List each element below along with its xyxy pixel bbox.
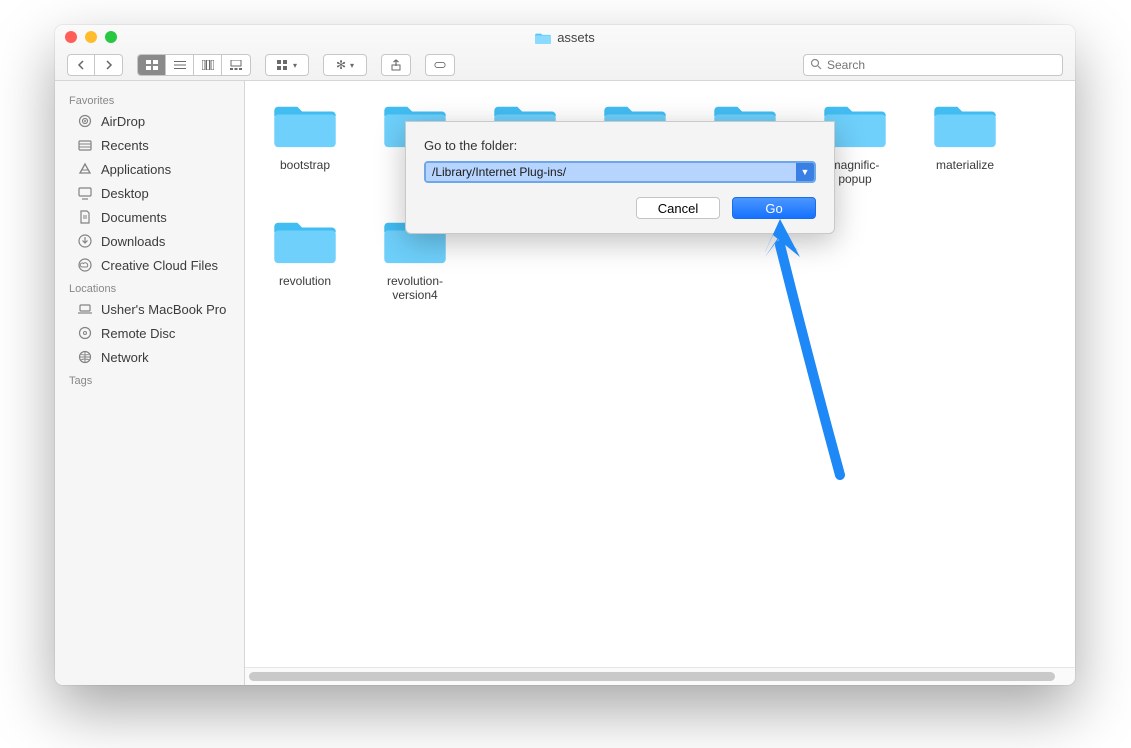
sidebar-item[interactable]: Documents	[55, 205, 244, 229]
scrollbar-thumb[interactable]	[249, 672, 1055, 681]
close-window-button[interactable]	[65, 31, 77, 43]
sidebar-section-title: Favorites	[55, 89, 244, 109]
minimize-window-button[interactable]	[85, 31, 97, 43]
sidebar-item[interactable]: Network	[55, 345, 244, 369]
go-button[interactable]: Go	[732, 197, 816, 219]
downloads-icon	[77, 233, 93, 249]
titlebar-top: assets	[55, 25, 1075, 51]
folder-icon	[274, 101, 336, 152]
sidebar-item[interactable]: Desktop	[55, 181, 244, 205]
sidebar-item-label: Downloads	[101, 234, 165, 249]
toolbar: ▾ ✻ ▾	[55, 51, 1075, 80]
icon-view-button[interactable]	[138, 55, 166, 75]
sidebar: Favorites AirDrop Recents Applications Desk…	[55, 81, 245, 685]
action-button[interactable]: ✻ ▾	[323, 54, 367, 76]
creative-cloud-icon	[77, 257, 93, 273]
chevron-down-icon: ▾	[350, 61, 354, 70]
sidebar-item-label: Documents	[101, 210, 167, 225]
chevron-down-icon: ▾	[293, 61, 297, 70]
dialog-actions: Cancel Go	[424, 197, 816, 219]
sidebar-item-label: Recents	[101, 138, 149, 153]
maximize-window-button[interactable]	[105, 31, 117, 43]
gear-icon: ✻	[336, 58, 346, 72]
go-to-folder-dialog: Go to the folder: ▼ Cancel Go	[405, 121, 835, 234]
window-title: assets	[535, 30, 595, 45]
nav-buttons	[67, 54, 123, 76]
sidebar-item-label: Network	[101, 350, 149, 365]
folder-label: bootstrap	[280, 158, 330, 172]
sidebar-item[interactable]: Remote Disc	[55, 321, 244, 345]
gallery-view-button[interactable]	[222, 55, 250, 75]
sidebar-item[interactable]: AirDrop	[55, 109, 244, 133]
sidebar-item-label: Applications	[101, 162, 171, 177]
folder-item[interactable]: bootstrap	[265, 101, 345, 187]
folder-icon	[274, 217, 336, 268]
tags-button[interactable]	[425, 54, 455, 76]
sidebar-item-label: AirDrop	[101, 114, 145, 129]
sidebar-item[interactable]: Applications	[55, 157, 244, 181]
cancel-button[interactable]: Cancel	[636, 197, 720, 219]
sidebar-item-label: Remote Disc	[101, 326, 175, 341]
column-view-button[interactable]	[194, 55, 222, 75]
folder-label: revolution-version4	[375, 274, 455, 303]
view-mode-group	[137, 54, 251, 76]
sidebar-item-label: Usher's MacBook Pro	[101, 302, 226, 317]
back-button[interactable]	[67, 54, 95, 76]
search-icon	[810, 58, 822, 73]
folder-label: revolution	[279, 274, 331, 288]
folder-icon	[535, 31, 551, 44]
sidebar-item-label: Creative Cloud Files	[101, 258, 218, 273]
sidebar-item[interactable]: Creative Cloud Files	[55, 253, 244, 277]
folder-path-input[interactable]	[426, 163, 796, 181]
network-icon	[77, 349, 93, 365]
share-button[interactable]	[381, 54, 411, 76]
folder-item[interactable]: materialize	[925, 101, 1005, 187]
applications-icon	[77, 161, 93, 177]
recents-icon	[77, 137, 93, 153]
folder-item[interactable]: revolution	[265, 217, 345, 303]
sidebar-item[interactable]: Recents	[55, 133, 244, 157]
dialog-title: Go to the folder:	[424, 138, 816, 153]
sidebar-item[interactable]: Usher's MacBook Pro	[55, 297, 244, 321]
sidebar-section-title: Tags	[55, 369, 244, 389]
sidebar-section-title: Locations	[55, 277, 244, 297]
folder-path-combobox[interactable]: ▼	[424, 161, 816, 183]
traffic-lights	[65, 31, 117, 43]
airdrop-icon	[77, 113, 93, 129]
search-input[interactable]	[827, 58, 1056, 72]
arrange-button[interactable]: ▾	[265, 54, 309, 76]
forward-button[interactable]	[95, 54, 123, 76]
horizontal-scrollbar[interactable]	[245, 667, 1075, 685]
titlebar: assets	[55, 25, 1075, 81]
sidebar-item[interactable]: Downloads	[55, 229, 244, 253]
folder-icon	[934, 101, 996, 152]
search-box[interactable]	[803, 54, 1063, 76]
documents-icon	[77, 209, 93, 225]
laptop-icon	[77, 301, 93, 317]
remote-disc-icon	[77, 325, 93, 341]
list-view-button[interactable]	[166, 55, 194, 75]
folder-label: materialize	[936, 158, 994, 172]
sidebar-item-label: Desktop	[101, 186, 149, 201]
chevron-down-icon[interactable]: ▼	[796, 163, 814, 181]
finder-window: assets	[55, 25, 1075, 685]
window-title-text: assets	[557, 30, 595, 45]
desktop-icon	[77, 185, 93, 201]
